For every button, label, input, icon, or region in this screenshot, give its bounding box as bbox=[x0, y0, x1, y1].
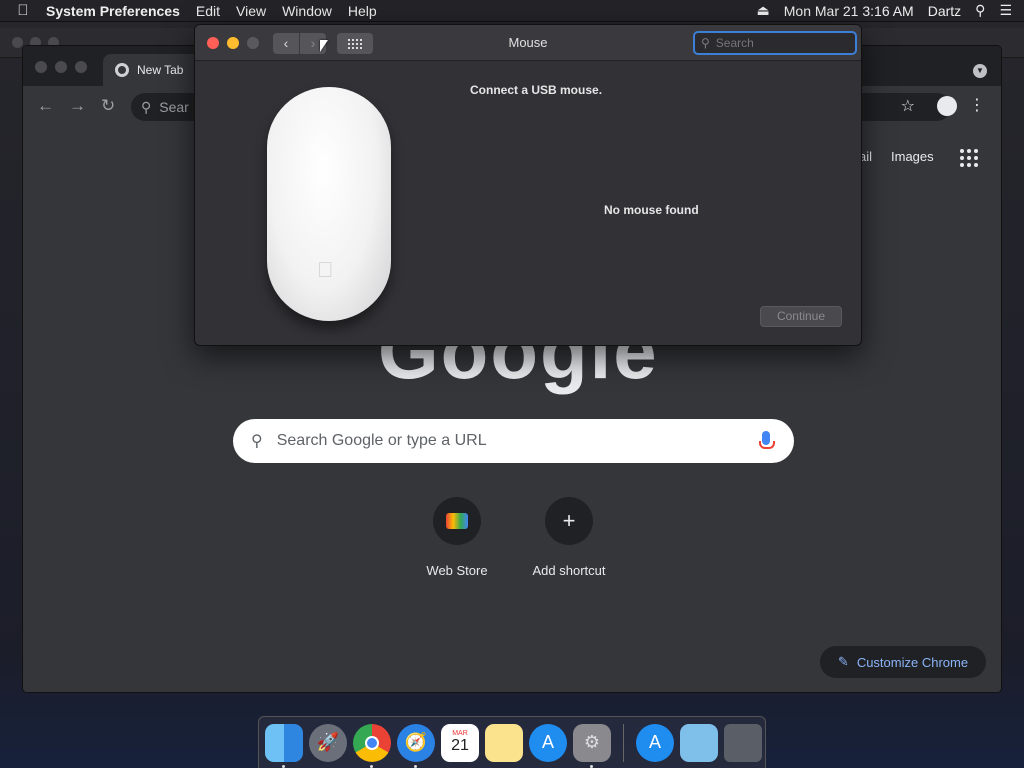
shortcut-add[interactable]: + Add shortcut bbox=[519, 497, 619, 578]
menu-window[interactable]: Window bbox=[282, 3, 332, 19]
notes-icon[interactable] bbox=[485, 723, 523, 762]
system-preferences-icon[interactable]: ⚙ bbox=[573, 723, 611, 768]
menu-edit[interactable]: Edit bbox=[196, 3, 220, 19]
connect-instruction: Connect a USB mouse. bbox=[470, 83, 603, 97]
chrome-minimize-button[interactable] bbox=[55, 61, 67, 73]
mouse-preferences-window: ‹ › Mouse ⚲  Connect a USB mouse. No mo… bbox=[194, 24, 862, 346]
search-icon: ⚲ bbox=[251, 433, 263, 450]
menu-help[interactable]: Help bbox=[348, 3, 377, 19]
customize-label: Customize Chrome bbox=[856, 654, 969, 670]
webstore-icon bbox=[433, 497, 481, 545]
google-search-box[interactable]: ⚲ Search Google or type a URL bbox=[233, 419, 794, 463]
magic-mouse-image:  bbox=[267, 87, 391, 321]
app-menu[interactable]: System Preferences bbox=[46, 3, 180, 19]
reload-icon[interactable]: ↻ bbox=[101, 96, 115, 116]
images-link[interactable]: Images bbox=[891, 149, 934, 164]
no-mouse-status: No mouse found bbox=[604, 203, 699, 217]
launchpad-icon[interactable]: 🚀 bbox=[309, 723, 347, 762]
chrome-menu-icon[interactable]: ⋮ bbox=[969, 95, 985, 115]
forward-arrow-icon[interactable]: → bbox=[69, 96, 86, 116]
tab-search-icon[interactable]: ▼ bbox=[973, 64, 987, 78]
safari-icon[interactable]: 🧭 bbox=[397, 723, 435, 768]
app-store-installer-icon[interactable]: A bbox=[636, 723, 674, 762]
chrome-zoom-button[interactable] bbox=[75, 61, 87, 73]
downloads-folder-icon[interactable] bbox=[680, 723, 718, 762]
search-icon: ⚲ bbox=[701, 36, 710, 50]
google-apps-icon[interactable] bbox=[960, 149, 978, 167]
preferences-search-field[interactable]: ⚲ bbox=[693, 31, 857, 55]
dock: 🚀 🧭 MAR 21 A ⚙ A bbox=[258, 716, 766, 768]
tab-title: New Tab bbox=[137, 63, 184, 77]
trash-icon[interactable] bbox=[724, 723, 762, 762]
clock[interactable]: Mon Mar 21 3:16 AM bbox=[784, 3, 914, 19]
omnibox-text: Sear bbox=[159, 99, 189, 115]
mouse-pointer-icon bbox=[320, 40, 328, 52]
app-store-icon[interactable]: A bbox=[529, 723, 567, 762]
pencil-icon: ✎ bbox=[837, 654, 849, 669]
search-placeholder: Search Google or type a URL bbox=[276, 432, 487, 449]
menu-bar:  System Preferences Edit View Window He… bbox=[0, 0, 1024, 22]
control-center-icon[interactable]: ☰ bbox=[999, 2, 1012, 19]
shortcut-label: Web Store bbox=[426, 563, 488, 578]
search-input[interactable] bbox=[715, 36, 826, 50]
user-menu[interactable]: Dartz bbox=[928, 3, 961, 19]
calendar-day: 21 bbox=[451, 737, 469, 754]
eject-icon[interactable]: ⏏ bbox=[757, 2, 770, 19]
apple-logo-icon:  bbox=[317, 257, 334, 283]
customize-chrome-button[interactable]: ✎ Customize Chrome bbox=[820, 646, 986, 678]
chrome-close-button[interactable] bbox=[35, 61, 47, 73]
profile-avatar-icon[interactable] bbox=[937, 96, 957, 116]
plus-icon: + bbox=[545, 497, 593, 545]
finder-icon[interactable] bbox=[265, 723, 303, 768]
continue-button[interactable]: Continue bbox=[760, 306, 842, 327]
shortcut-label: Add shortcut bbox=[532, 563, 606, 578]
microphone-icon[interactable] bbox=[759, 431, 775, 449]
shortcut-web-store[interactable]: Web Store bbox=[407, 497, 507, 578]
back-arrow-icon[interactable]: ← bbox=[37, 96, 54, 116]
chrome-icon[interactable] bbox=[353, 723, 391, 768]
chrome-favicon-icon bbox=[115, 63, 129, 77]
bookmark-star-icon[interactable]: ☆ bbox=[901, 96, 915, 116]
window-close-button[interactable] bbox=[12, 37, 23, 48]
spotlight-icon[interactable]: ⚲ bbox=[975, 2, 985, 19]
dock-separator bbox=[623, 723, 624, 762]
apple-menu-icon[interactable]:  bbox=[0, 2, 46, 19]
search-icon: ⚲ bbox=[141, 98, 152, 115]
calendar-month: MAR bbox=[452, 730, 468, 737]
calendar-icon[interactable]: MAR 21 bbox=[441, 723, 479, 762]
menu-view[interactable]: View bbox=[236, 3, 266, 19]
